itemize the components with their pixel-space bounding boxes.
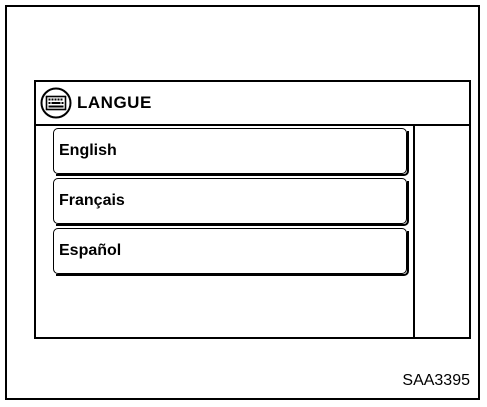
language-item-french[interactable]: Français — [53, 178, 409, 226]
title-bar: LANGUE — [36, 82, 469, 126]
language-item-label: Français — [59, 192, 125, 209]
language-item-label: Español — [59, 242, 122, 259]
figure-code: SAA3395 — [402, 372, 470, 389]
language-item-spanish[interactable]: Español — [53, 228, 409, 276]
side-panel-divider — [413, 126, 415, 337]
page-title: LANGUE — [77, 93, 152, 112]
display-screen: LANGUE English Français Español — [34, 80, 471, 339]
language-item-label: English — [59, 142, 117, 159]
language-item-english[interactable]: English — [53, 128, 409, 176]
figure-frame: LANGUE English Français Español SAA3395 — [5, 5, 480, 400]
language-list: English Français Español — [53, 128, 409, 278]
keyboard-icon — [40, 87, 72, 119]
